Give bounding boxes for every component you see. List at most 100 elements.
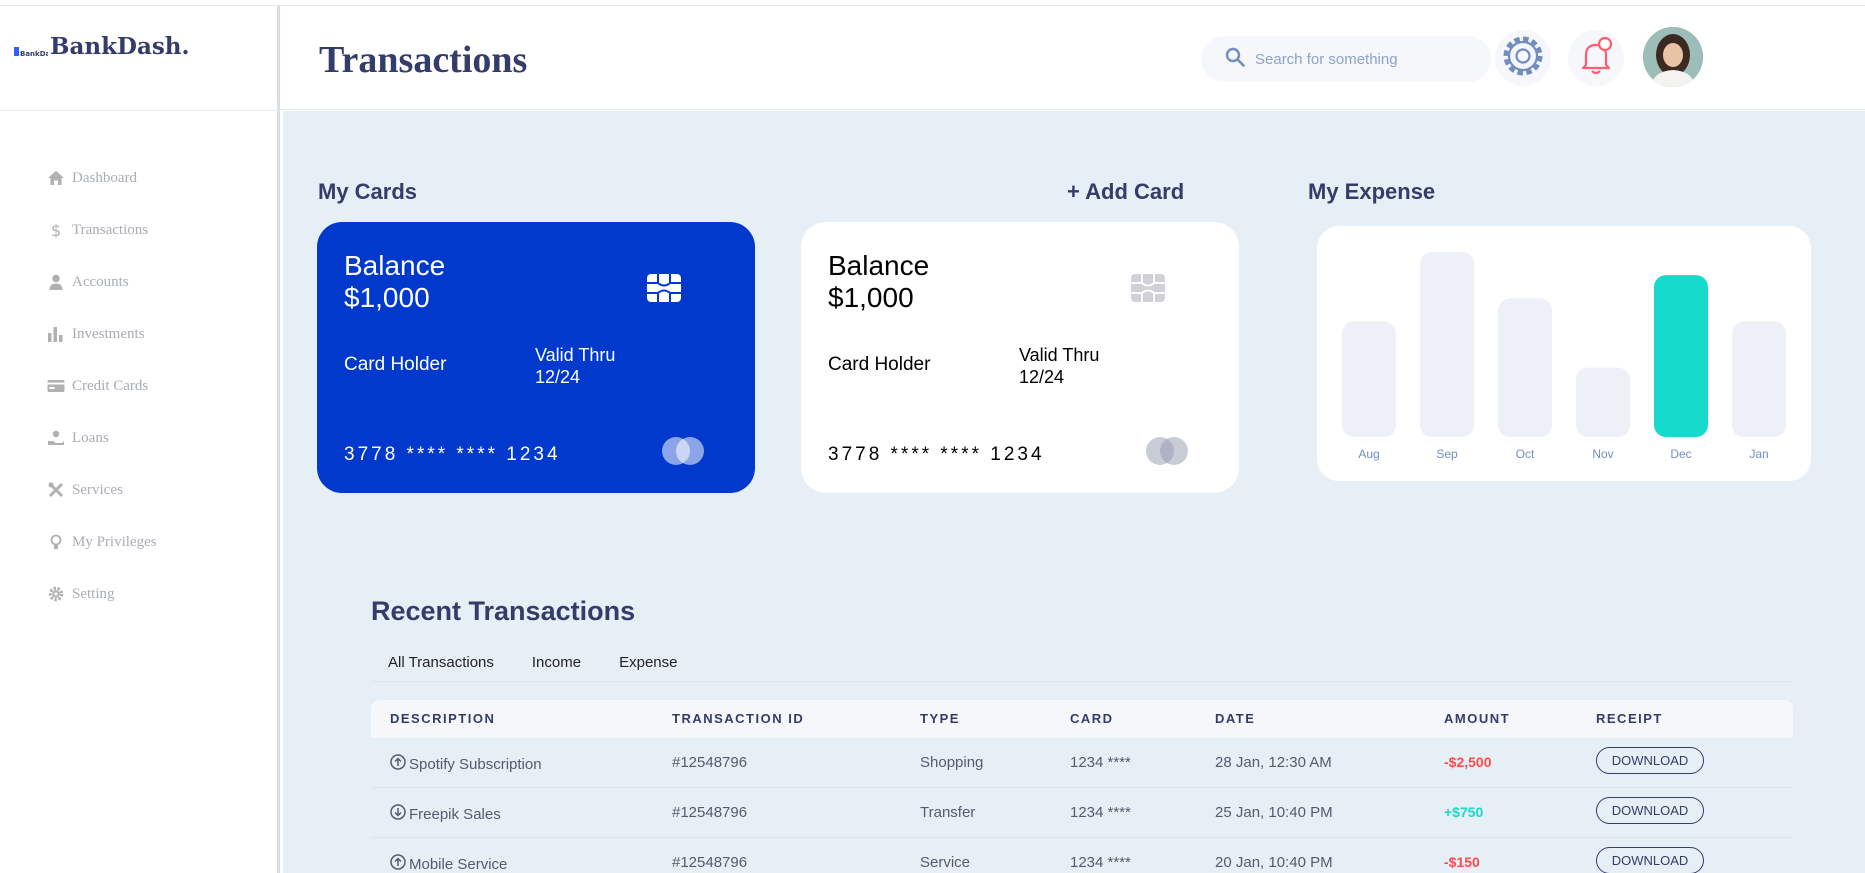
tab-all-transactions[interactable]: All Transactions xyxy=(388,654,494,671)
description-text: Spotify Subscription xyxy=(409,755,542,773)
transactions-table: DESCRIPTION TRANSACTION ID TYPE CARD DAT… xyxy=(371,700,1793,873)
amount-cell: -$2,500 xyxy=(1444,754,1492,770)
table-row[interactable]: Mobile Service #12548796 Service 1234 **… xyxy=(371,838,1793,873)
card-brand-icon xyxy=(659,436,707,466)
tab-income[interactable]: Income xyxy=(532,654,581,671)
table-row[interactable]: Freepik Sales #12548796 Transfer 1234 **… xyxy=(371,788,1793,838)
download-receipt-button[interactable]: DOWNLOAD xyxy=(1596,747,1704,774)
balance-label: Balance xyxy=(828,250,930,281)
gear-icon xyxy=(1500,33,1546,84)
credit-card-icon xyxy=(46,376,66,396)
sidebar-item-services[interactable]: Services xyxy=(46,464,157,516)
card-cell: 1234 **** xyxy=(1070,804,1131,821)
description-cell: Freepik Sales xyxy=(390,804,501,824)
arrow-up-circle-icon xyxy=(390,754,409,774)
header: Transactions xyxy=(280,6,1865,110)
sidebar-item-transactions[interactable]: $ Transactions xyxy=(46,204,157,256)
sidebar-item-loans[interactable]: Loans xyxy=(46,412,157,464)
sidebar-item-label: My Privileges xyxy=(72,533,157,550)
search-bar[interactable] xyxy=(1201,36,1491,82)
column-header: TRANSACTION ID xyxy=(672,711,805,726)
sidebar-item-label: Transactions xyxy=(72,221,149,238)
arrow-up-circle-icon xyxy=(390,854,409,873)
tabs-divider xyxy=(371,681,1793,682)
column-header: TYPE xyxy=(920,711,960,726)
brand-logo: BankDash xyxy=(12,37,59,67)
add-card-button[interactable]: + Add Card xyxy=(1067,179,1184,205)
sidebar-item-my-privileges[interactable]: My Privileges xyxy=(46,516,157,568)
card-cell: 1234 **** xyxy=(1070,754,1131,771)
sidebar-item-accounts[interactable]: Accounts xyxy=(46,256,157,308)
card-cell: 1234 **** xyxy=(1070,854,1131,871)
brand[interactable]: BankDash BankDash. xyxy=(12,32,190,72)
avatar[interactable] xyxy=(1643,27,1703,87)
transaction-id-cell: #12548796 xyxy=(672,754,748,771)
column-header: DESCRIPTION xyxy=(390,711,496,726)
transaction-id-cell: #12548796 xyxy=(672,804,748,821)
expense-axis-label: Jan xyxy=(1749,447,1768,461)
main-content: My Cards + Add Card Balance $1,000 Card … xyxy=(283,111,1865,873)
amount-cell: +$750 xyxy=(1444,804,1484,820)
expense-axis-label: Nov xyxy=(1592,447,1613,461)
type-cell: Shopping xyxy=(920,754,984,771)
notifications-button[interactable] xyxy=(1568,30,1624,86)
expense-axis-label: Sep xyxy=(1436,447,1458,461)
column-header: RECEIPT xyxy=(1596,711,1663,726)
credit-card-white[interactable]: Balance $1,000 Card Holder Valid Thru 12… xyxy=(801,222,1239,493)
card-brand-icon xyxy=(1143,436,1191,466)
column-header: CARD xyxy=(1070,711,1114,726)
expense-axis-label: Aug xyxy=(1358,447,1379,461)
amount-cell: -$150 xyxy=(1444,854,1480,870)
credit-card-blue[interactable]: Balance $1,000 Card Holder Valid Thru 12… xyxy=(317,222,755,493)
sidebar-item-label: Accounts xyxy=(72,273,129,290)
svg-text:BankDash: BankDash xyxy=(20,50,48,58)
valid-thru-label: Valid Thru xyxy=(535,345,616,365)
download-receipt-button[interactable]: DOWNLOAD xyxy=(1596,847,1704,873)
expense-chart-svg: Aug Sep Oct Nov Dec Jan xyxy=(1342,252,1786,461)
date-cell: 20 Jan, 10:40 PM xyxy=(1215,854,1333,871)
sidebar: BankDash BankDash. Dashboard $ Transacti… xyxy=(0,6,280,873)
download-receipt-button[interactable]: DOWNLOAD xyxy=(1596,797,1704,824)
expense-bar-aug xyxy=(1342,321,1396,437)
hand-money-icon xyxy=(46,428,66,448)
table-row[interactable]: Spotify Subscription #12548796 Shopping … xyxy=(371,738,1793,788)
expense-bar-dec xyxy=(1654,275,1708,437)
card-number: 3778 **** **** 1234 xyxy=(828,444,1045,465)
dollar-icon: $ xyxy=(46,220,66,240)
sidebar-nav: Dashboard $ Transactions Accounts Invest… xyxy=(46,152,157,620)
page-title: Transactions xyxy=(319,39,528,81)
balance-label: Balance xyxy=(344,250,446,281)
sidebar-item-label: Loans xyxy=(72,429,109,446)
expense-axis-label: Oct xyxy=(1516,447,1535,461)
search-input[interactable] xyxy=(1255,50,1475,68)
recent-transactions-title: Recent Transactions xyxy=(371,596,636,626)
card-number: 3778 **** **** 1234 xyxy=(344,444,561,465)
chip-icon xyxy=(647,274,681,307)
chip-icon xyxy=(1131,274,1165,307)
description-cell: Mobile Service xyxy=(390,854,507,873)
valid-thru-value: 12/24 xyxy=(1019,367,1065,387)
card-holder-label: Card Holder xyxy=(828,354,931,375)
valid-thru-label: Valid Thru xyxy=(1019,345,1100,365)
expense-axis-label: Dec xyxy=(1670,447,1691,461)
description-text: Mobile Service xyxy=(409,855,508,873)
my-expense-title: My Expense xyxy=(1308,179,1436,204)
column-header: DATE xyxy=(1215,711,1256,726)
sidebar-item-investments[interactable]: Investments xyxy=(46,308,157,360)
table-header: DESCRIPTION TRANSACTION ID TYPE CARD DAT… xyxy=(371,700,1793,738)
sidebar-item-setting[interactable]: Setting xyxy=(46,568,157,620)
sidebar-item-dashboard[interactable]: Dashboard xyxy=(46,152,157,204)
sidebar-item-label: Credit Cards xyxy=(72,377,149,394)
settings-button[interactable] xyxy=(1495,30,1551,86)
expense-chart: Aug Sep Oct Nov Dec Jan xyxy=(1317,226,1811,481)
tab-expense[interactable]: Expense xyxy=(619,654,677,671)
sidebar-item-credit-cards[interactable]: Credit Cards xyxy=(46,360,157,412)
balance-value: $1,000 xyxy=(828,282,914,313)
date-cell: 28 Jan, 12:30 AM xyxy=(1215,754,1332,771)
bar-chart-icon xyxy=(46,324,66,344)
date-cell: 25 Jan, 10:40 PM xyxy=(1215,804,1333,821)
lightbulb-icon xyxy=(46,532,66,552)
sidebar-item-label: Setting xyxy=(72,585,115,602)
description-text: Freepik Sales xyxy=(409,805,501,823)
description-cell: Spotify Subscription xyxy=(390,754,542,774)
